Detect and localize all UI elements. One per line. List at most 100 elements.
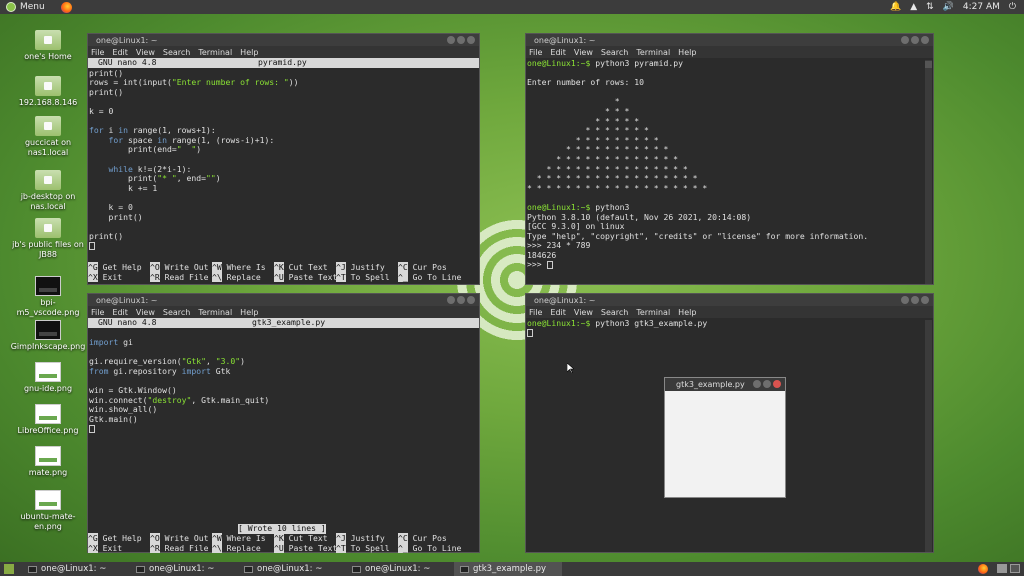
menu-item-help[interactable]: Help xyxy=(678,48,696,57)
menu-item-view[interactable]: View xyxy=(136,48,155,57)
shortcut-key: ^J xyxy=(336,533,346,543)
minimize-icon[interactable] xyxy=(447,36,455,44)
window-titlebar[interactable]: gtk3_example.py xyxy=(665,378,785,391)
menu-item-view[interactable]: View xyxy=(136,308,155,317)
shortcut[interactable]: ^U Paste Text xyxy=(274,271,337,283)
shortcut[interactable]: ^T To Spell xyxy=(336,271,398,283)
gtk-example-window[interactable]: gtk3_example.py xyxy=(664,377,786,498)
power-icon[interactable]: ⏻ xyxy=(1009,2,1016,12)
editor-content[interactable]: import gi gi.require_version("Gtk", "3.0"… xyxy=(88,328,479,436)
menu-item-file[interactable]: File xyxy=(529,48,542,57)
desktop-icon[interactable]: ubuntu-mate-en.png xyxy=(10,490,86,532)
close-icon[interactable] xyxy=(467,296,475,304)
taskbar-button[interactable]: one@Linux1: ~ xyxy=(238,562,346,576)
window-titlebar[interactable]: one@Linux1: ~ xyxy=(88,294,479,306)
desktop-icon[interactable]: mate.png xyxy=(10,446,86,478)
shortcut[interactable]: ^_ Go To Line xyxy=(398,542,461,554)
minimize-icon[interactable] xyxy=(901,296,909,304)
taskbar-button[interactable]: gtk3_example.py xyxy=(454,562,562,576)
desktop-icon[interactable]: gnu-ide.png xyxy=(10,362,86,394)
updates-shield-icon[interactable]: ▲ xyxy=(910,2,917,12)
desktop-icon[interactable]: jb-desktop on nas.local xyxy=(10,170,86,212)
maximize-icon[interactable] xyxy=(911,36,919,44)
menu-item-file[interactable]: File xyxy=(91,308,104,317)
desktop-icon[interactable]: jb's public files on JB88 xyxy=(10,218,86,260)
menu-item-edit[interactable]: Edit xyxy=(112,308,128,317)
firefox-launcher-icon[interactable] xyxy=(60,1,72,13)
menu-button[interactable]: Menu xyxy=(0,0,51,14)
workspace-1[interactable] xyxy=(997,564,1007,573)
close-icon[interactable] xyxy=(921,36,929,44)
taskbar-button[interactable]: one@Linux1: ~ xyxy=(346,562,454,576)
clock[interactable]: 4:27 AM xyxy=(963,2,1000,12)
terminal-window-gtk-editor[interactable]: one@Linux1: ~ File Edit View Search Terminal… xyxy=(87,293,480,553)
window-titlebar[interactable]: one@Linux1: ~ xyxy=(88,34,479,46)
menu-item-edit[interactable]: Edit xyxy=(112,48,128,57)
terminal-icon xyxy=(28,565,37,573)
menu-item-view[interactable]: View xyxy=(574,308,593,317)
shortcut[interactable]: ^X Exit xyxy=(88,542,150,554)
network-icon[interactable]: ⇅ xyxy=(926,2,934,12)
maximize-icon[interactable] xyxy=(911,296,919,304)
terminal-window-pyramid-output[interactable]: one@Linux1: ~ File Edit View Search Terminal… xyxy=(525,33,934,285)
shortcut[interactable]: ^X Exit xyxy=(88,271,150,283)
menu-item-search[interactable]: Search xyxy=(163,48,190,57)
shortcut-key: ^O xyxy=(150,262,160,272)
maximize-icon[interactable] xyxy=(763,380,771,388)
maximize-icon[interactable] xyxy=(457,296,465,304)
menu-item-terminal[interactable]: Terminal xyxy=(636,48,670,57)
desktop-icon[interactable]: guccicat on nas1.local xyxy=(10,116,86,158)
editor-content[interactable]: print() rows = int(input("Enter number of… xyxy=(88,68,479,252)
close-icon[interactable] xyxy=(467,36,475,44)
menu-item-search[interactable]: Search xyxy=(601,308,628,317)
scrollbar[interactable] xyxy=(925,60,932,284)
workspace-2[interactable] xyxy=(1010,564,1020,573)
menu-item-terminal[interactable]: Terminal xyxy=(198,48,232,57)
scroll-up-icon[interactable] xyxy=(925,61,932,68)
show-desktop-icon[interactable] xyxy=(4,564,14,574)
desktop-icon[interactable]: 192.168.8.146 xyxy=(10,76,86,108)
menu-item-file[interactable]: File xyxy=(91,48,104,57)
shortcut[interactable]: ^R Read File xyxy=(150,542,212,554)
menu-item-help[interactable]: Help xyxy=(240,308,258,317)
desktop-icon[interactable]: LibreOffice.png xyxy=(10,404,86,436)
window-titlebar[interactable]: one@Linux1: ~ xyxy=(526,294,933,306)
minimize-icon[interactable] xyxy=(447,296,455,304)
shortcut[interactable]: ^T To Spell xyxy=(336,542,398,554)
close-icon[interactable] xyxy=(773,380,781,388)
volume-icon[interactable]: 🔊 xyxy=(943,2,954,12)
terminal-output[interactable]: one@Linux1:~$ python3 gtk3_example.py xyxy=(526,318,933,339)
terminal-output[interactable]: one@Linux1:~$ python3 pyramid.py Enter n… xyxy=(526,58,933,271)
desktop-icon[interactable]: one's Home xyxy=(10,30,86,62)
maximize-icon[interactable] xyxy=(457,36,465,44)
menu-item-help[interactable]: Help xyxy=(678,308,696,317)
menu-item-view[interactable]: View xyxy=(574,48,593,57)
close-icon[interactable] xyxy=(921,296,929,304)
taskbar-button[interactable]: one@Linux1: ~ xyxy=(130,562,238,576)
notification-bell-icon[interactable]: 🔔 xyxy=(890,2,901,12)
terminal-window-pyramid-editor[interactable]: one@Linux1: ~ File Edit View Search Terminal… xyxy=(87,33,480,285)
menu-item-edit[interactable]: Edit xyxy=(550,48,566,57)
taskbar-button[interactable]: one@Linux1: ~ xyxy=(22,562,130,576)
desktop-icon[interactable]: bpi-m5_vscode.png xyxy=(10,276,86,318)
scrollbar[interactable] xyxy=(925,320,932,552)
shortcut[interactable]: ^\ Replace xyxy=(212,271,274,283)
shortcut[interactable]: ^\ Replace xyxy=(212,542,274,554)
shortcut-key: ^G xyxy=(88,262,98,272)
shortcut[interactable]: ^_ Go To Line xyxy=(398,271,462,283)
menu-item-search[interactable]: Search xyxy=(163,308,190,317)
menu-item-help[interactable]: Help xyxy=(240,48,258,57)
shortcut-label: Go To Line xyxy=(407,271,462,282)
shortcut[interactable]: ^R Read File xyxy=(150,271,212,283)
shortcut[interactable]: ^U Paste Text xyxy=(274,542,337,554)
menu-item-terminal[interactable]: Terminal xyxy=(198,308,232,317)
minimize-icon[interactable] xyxy=(753,380,761,388)
menu-item-terminal[interactable]: Terminal xyxy=(636,308,670,317)
menu-item-edit[interactable]: Edit xyxy=(550,308,566,317)
window-titlebar[interactable]: one@Linux1: ~ xyxy=(526,34,933,46)
menu-item-search[interactable]: Search xyxy=(601,48,628,57)
minimize-icon[interactable] xyxy=(901,36,909,44)
desktop-icon[interactable]: GimpInkscape.png xyxy=(10,320,86,352)
menu-item-file[interactable]: File xyxy=(529,308,542,317)
firefox-tray-icon[interactable] xyxy=(978,564,988,574)
